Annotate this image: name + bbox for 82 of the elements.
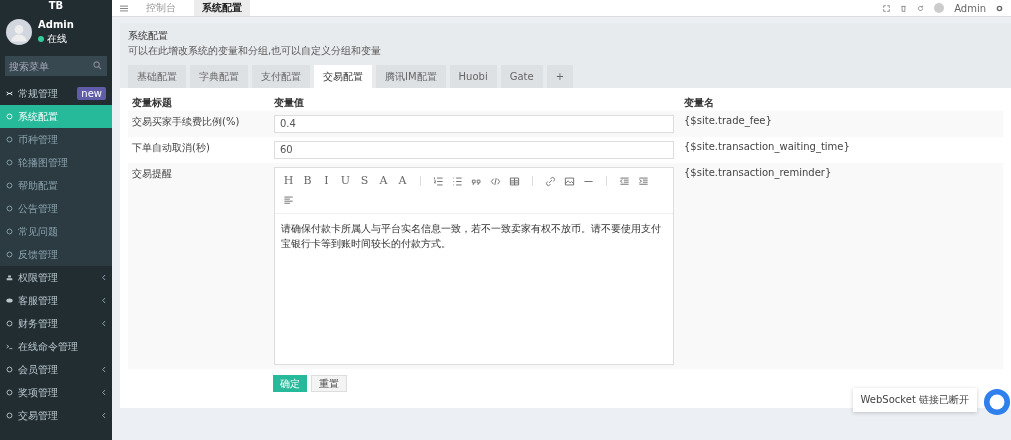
config-tab[interactable]: Huobi — [449, 65, 497, 88]
avatar-icon — [6, 19, 32, 45]
indent-icon[interactable] — [638, 175, 649, 187]
editor-text: 请确保付款卡所属人与平台实名信息一致，若不一致卖家有权不放币。请不要使用支付宝银行卡等到账时间较长的付款方式。 — [280, 222, 662, 251]
avatar-icon — [934, 3, 945, 13]
config-tab[interactable]: 支付配置 — [252, 65, 310, 88]
variable-title: 交易提醒 — [132, 167, 173, 181]
menu-item[interactable]: 权限管理 — [0, 266, 112, 289]
circle-icon — [6, 159, 13, 166]
format-button[interactable]: A — [376, 171, 391, 191]
submenu-item[interactable]: 轮播图管理 — [0, 151, 112, 174]
chevron-icon — [101, 320, 106, 327]
circle-icon — [6, 136, 13, 143]
new-badge: new — [77, 87, 106, 100]
column-header: 变量名 — [684, 95, 715, 110]
code-icon[interactable] — [490, 175, 501, 187]
config-tab[interactable]: Gate — [500, 65, 543, 88]
config-tab[interactable]: 腾讯IM配置 — [376, 65, 446, 88]
column-header: 变量标题 — [132, 95, 173, 110]
column-header: 变量值 — [274, 95, 305, 110]
user-name[interactable]: Admin — [954, 2, 986, 14]
config-tab[interactable]: 交易配置 — [314, 65, 372, 88]
menu-item[interactable]: 奖项管理 — [0, 381, 112, 404]
link-icon[interactable] — [545, 175, 556, 187]
rich-text-editor[interactable]: H B I U S A A 请确保付款卡所属人与平台实名信息一致，若不一致卖家有权不放币。请不要使用支付宝银行卡等到账时间较长的付款方式。 — [274, 167, 674, 365]
panel-description: 可以在此增改系统的变量和分组,也可以自定义分组和变量 — [128, 44, 383, 58]
user-name: Admin — [38, 18, 74, 30]
menu-item[interactable]: 交易管理 — [0, 404, 112, 427]
search-icon — [93, 61, 102, 70]
circle-icon — [6, 205, 13, 212]
menu-item[interactable]: 常规管理 new — [0, 82, 112, 105]
circle-icon — [6, 228, 13, 235]
ol-icon[interactable] — [433, 175, 444, 187]
align-icon[interactable] — [283, 195, 294, 206]
variable-name: {$site.trade_fee} — [684, 115, 773, 129]
chevron-icon — [101, 412, 106, 419]
refresh-icon[interactable] — [917, 4, 925, 12]
image-icon[interactable] — [564, 175, 575, 187]
config-tab[interactable]: 字典配置 — [190, 65, 248, 88]
value-input[interactable]: 60 — [274, 141, 674, 159]
config-tab[interactable]: + — [546, 65, 574, 88]
value-input[interactable]: 0.4 — [274, 115, 674, 133]
format-button[interactable]: I — [319, 171, 334, 191]
format-button[interactable]: S — [357, 171, 372, 191]
circle-icon — [6, 113, 13, 120]
trash-icon[interactable] — [900, 4, 908, 12]
menu-item[interactable]: 会员管理 — [0, 358, 112, 381]
chevron-icon — [101, 389, 106, 396]
config-tab[interactable]: 基础配置 — [128, 65, 186, 88]
search-field[interactable]: 搜索菜单 — [5, 56, 107, 76]
ul-icon[interactable] — [452, 175, 463, 187]
page-tab[interactable]: 系统配置 — [194, 0, 250, 16]
variable-name: {$site.transaction_reminder} — [684, 167, 833, 181]
submenu-item[interactable]: 反馈管理 — [0, 243, 112, 266]
outdent-icon[interactable] — [619, 175, 630, 187]
panel-title: 系统配置 — [128, 29, 169, 43]
circle-icon — [6, 182, 13, 189]
chevron-icon — [101, 297, 106, 304]
submenu-item[interactable]: 帮助配置 — [0, 174, 112, 197]
table-icon[interactable] — [509, 175, 520, 187]
format-button[interactable]: H — [281, 171, 296, 191]
submenu-item[interactable]: 公告管理 — [0, 197, 112, 220]
menu-item[interactable]: 在线命令管理 — [0, 335, 112, 358]
format-button[interactable]: A — [395, 171, 410, 191]
toast-message: WebSocket 链接已断开 — [852, 388, 977, 412]
format-button[interactable]: U — [338, 171, 353, 191]
chevron-icon — [101, 366, 106, 373]
user-status: 在线 — [38, 31, 74, 46]
circle-icon — [6, 251, 13, 258]
submenu-item[interactable]: 币种管理 — [0, 128, 112, 151]
chevron-icon — [101, 274, 106, 281]
submenu-item[interactable]: 常见问题 — [0, 220, 112, 243]
menu-item[interactable]: 财务管理 — [0, 312, 112, 335]
expand-icon[interactable] — [883, 4, 891, 12]
variable-name: {$site.transaction_waiting_time} — [684, 141, 851, 155]
reset-button[interactable]: 重置 — [311, 375, 347, 392]
variable-title: 交易买家手续费比例(%) — [132, 115, 241, 129]
settings-icon[interactable] — [996, 4, 1003, 12]
menu-item[interactable]: 客服管理 — [0, 289, 112, 312]
variable-title: 下单自动取消(秒) — [132, 141, 211, 155]
format-button[interactable]: B — [300, 171, 315, 191]
chat-icon[interactable] — [983, 388, 1011, 416]
